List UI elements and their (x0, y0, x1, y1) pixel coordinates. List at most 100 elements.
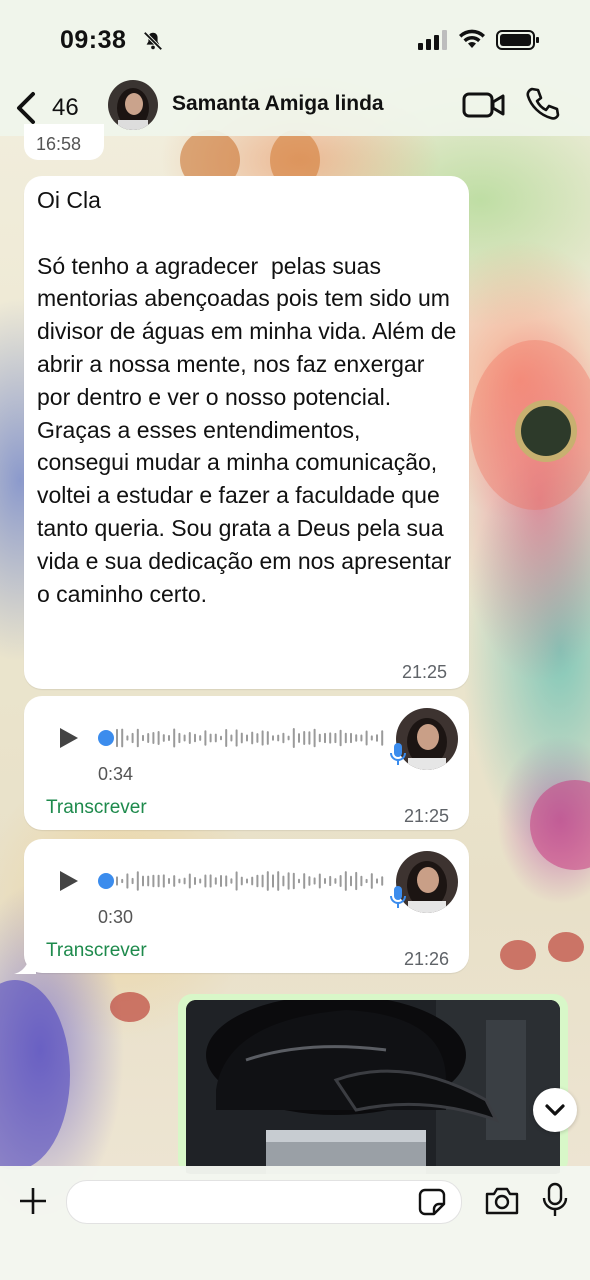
waveform-bar (298, 733, 300, 743)
waveform-bar (329, 732, 332, 744)
voice-waveform[interactable] (98, 726, 398, 750)
transcribe-link[interactable]: Transcrever (46, 797, 147, 819)
waveform-bar (344, 732, 347, 744)
waveform-bar (360, 875, 363, 887)
play-icon[interactable] (56, 726, 80, 750)
waveform-bar (339, 875, 342, 887)
message-time: 16:58 (36, 134, 82, 154)
waveform-bar (360, 734, 363, 742)
waveform-bar (235, 729, 238, 747)
message-input[interactable] (66, 1180, 462, 1224)
microphone-icon[interactable] (542, 1182, 568, 1218)
waveform-bar (313, 728, 316, 748)
status-time: 09:38 (60, 26, 127, 54)
waveform-bar (183, 734, 186, 742)
waveform-bar (272, 735, 274, 741)
microphone-icon (390, 886, 406, 908)
waveform-bar (261, 730, 264, 746)
waveform-bar (220, 735, 222, 741)
waveform-bar (266, 731, 269, 745)
waveform-bar (370, 735, 373, 741)
waveform-bar (381, 730, 384, 746)
back-chevron-icon (17, 92, 35, 124)
waveform-bar (261, 874, 264, 888)
voice-waveform[interactable] (98, 869, 398, 893)
waveform-bar (209, 733, 212, 743)
waveform-bar (308, 731, 311, 745)
image-message[interactable] (178, 994, 568, 1174)
waveform-bar (246, 878, 248, 884)
waveform-bar (194, 877, 196, 885)
message-input-bar (0, 1166, 590, 1280)
waveform-bar (188, 732, 191, 744)
waveform-bar (173, 728, 176, 748)
waveform-bar (142, 734, 144, 742)
camera-icon[interactable] (484, 1186, 520, 1216)
message-input-field[interactable] (83, 1189, 417, 1217)
waveform-bar (282, 875, 285, 887)
waveform-bar (199, 878, 202, 884)
waveform-bar (220, 874, 222, 888)
wifi-icon (459, 29, 485, 48)
waveform-bar (376, 878, 378, 884)
waveform-bar (324, 878, 326, 884)
scroll-down-button[interactable] (533, 1088, 577, 1132)
waveform-bar (251, 731, 254, 745)
waveform-bar (344, 871, 347, 891)
waveform-bar (178, 732, 181, 744)
voice-message[interactable]: 0:30 Transcrever 21:26 (24, 839, 469, 973)
waveform-bar (324, 732, 326, 744)
voice-duration: 0:30 (98, 907, 134, 927)
waveform-bar (303, 873, 306, 889)
transcribe-link[interactable]: Transcrever (46, 940, 147, 962)
voice-progress-dot[interactable] (98, 730, 114, 746)
waveform-bar (136, 728, 139, 748)
plus-icon[interactable] (18, 1186, 48, 1216)
waveform-bar (183, 877, 186, 885)
waveform-bar (157, 731, 160, 745)
chevron-down-icon (545, 1104, 565, 1116)
contact-avatar[interactable] (108, 80, 158, 130)
waveform-bar (168, 877, 170, 885)
waveform-bar (365, 730, 368, 746)
image-thumbnail[interactable] (186, 1000, 560, 1174)
message-bubble-partial: 16:58 (24, 124, 104, 160)
waveform-bar (194, 733, 196, 743)
voice-message[interactable]: 0:34 Transcrever 21:25 (24, 696, 469, 830)
waveform-bar (339, 729, 342, 747)
microphone-icon (390, 743, 406, 765)
waveform-bar (355, 734, 358, 742)
unread-count: 46 (52, 94, 79, 121)
waveform-bar (266, 871, 269, 891)
voice-progress-dot[interactable] (98, 873, 114, 889)
contact-name[interactable]: Samanta Amiga linda (172, 92, 384, 116)
waveform-bar (350, 732, 352, 744)
waveform-bar (287, 735, 290, 741)
waveform-bar (116, 728, 118, 748)
waveform-bar (246, 734, 248, 742)
waveform-bar (147, 875, 150, 887)
waveform-bar (116, 876, 118, 886)
waveform-bar (188, 873, 191, 889)
waveform-bar (370, 873, 373, 889)
waveform-bar (376, 734, 378, 742)
waveform-bar (282, 732, 285, 744)
waveform-bar (334, 878, 337, 884)
waveform-bar (152, 731, 155, 745)
waveform-bar (318, 733, 321, 743)
play-icon[interactable] (56, 869, 80, 893)
waveform-bar (178, 878, 181, 884)
waveform-bar (173, 875, 176, 887)
waveform-bar (277, 734, 280, 742)
message-time: 21:26 (404, 949, 450, 969)
sticker-icon[interactable] (418, 1188, 446, 1216)
phone-icon[interactable] (524, 86, 560, 122)
waveform-bar (235, 871, 238, 891)
waveform-bar (350, 875, 352, 887)
waveform-bar (230, 878, 233, 884)
message-time: 21:25 (402, 662, 448, 682)
waveform-bar (313, 877, 316, 885)
video-call-icon[interactable] (462, 90, 506, 120)
waveform-bar (136, 871, 139, 891)
waveform-bar (199, 735, 202, 741)
